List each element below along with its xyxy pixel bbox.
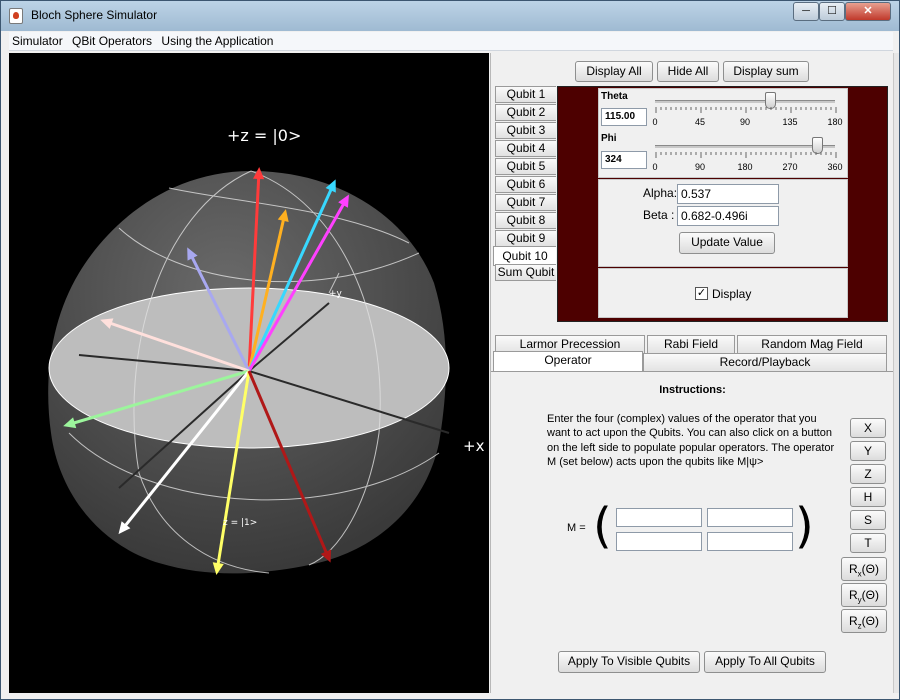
axis-label-z-minus: z = |1> bbox=[223, 518, 257, 528]
qubit-tab-10[interactable]: Qubit 10 bbox=[493, 246, 556, 266]
qubit-tab-9[interactable]: Qubit 9 bbox=[495, 230, 556, 247]
rx-arg: (Θ) bbox=[861, 562, 879, 576]
bloch-sphere-svg[interactable]: +z = |0> +x +y z = |1> bbox=[9, 53, 489, 693]
axis-label-x-plus: +x bbox=[463, 437, 485, 455]
matrix-cell-c[interactable] bbox=[616, 532, 702, 551]
theta-tick-label: 0 bbox=[652, 117, 658, 127]
apply-all-qubits-button[interactable]: Apply To All Qubits bbox=[704, 651, 826, 673]
qubit-tab-1[interactable]: Qubit 1 bbox=[495, 86, 556, 103]
qubit-tab-4[interactable]: Qubit 4 bbox=[495, 140, 556, 157]
matrix-close-paren: ) bbox=[795, 498, 814, 554]
title-bar[interactable]: Bloch Sphere Simulator ─ ☐ ✕ bbox=[1, 1, 899, 31]
display-all-button[interactable]: Display All bbox=[575, 61, 653, 82]
ry-base: R bbox=[849, 588, 858, 602]
qubit-tab-8[interactable]: Qubit 8 bbox=[495, 212, 556, 229]
matrix-cell-a[interactable] bbox=[616, 508, 702, 527]
java-app-icon bbox=[9, 8, 23, 24]
apply-visible-qubits-button[interactable]: Apply To Visible Qubits bbox=[558, 651, 700, 673]
theta-tick-label: 135 bbox=[782, 117, 798, 127]
hide-all-button[interactable]: Hide All bbox=[657, 61, 719, 82]
phi-label: Phi bbox=[601, 133, 617, 144]
phi-tick-label: 90 bbox=[694, 162, 705, 172]
display-sum-button[interactable]: Display sum bbox=[723, 61, 809, 82]
phi-tick-label: 270 bbox=[782, 162, 798, 172]
phi-ticks bbox=[655, 152, 837, 158]
matrix-cell-b[interactable] bbox=[707, 508, 793, 527]
matrix-label: M = bbox=[567, 522, 586, 534]
instructions-title: Instructions: bbox=[659, 384, 726, 396]
matrix-open-paren: ( bbox=[593, 498, 612, 554]
operator-h-button[interactable]: H bbox=[850, 487, 886, 507]
tab-rabi-field[interactable]: Rabi Field bbox=[647, 335, 735, 353]
phi-tick-label: 0 bbox=[652, 162, 658, 172]
minimize-button[interactable]: ─ bbox=[793, 2, 819, 21]
maximize-button[interactable]: ☐ bbox=[819, 2, 845, 21]
operator-ry-button[interactable]: Ry(Θ) bbox=[841, 583, 887, 607]
qubit-tab-7[interactable]: Qubit 7 bbox=[495, 194, 556, 211]
app-window: Bloch Sphere Simulator ─ ☐ ✕ Simulator Q… bbox=[0, 0, 900, 700]
menu-qbit-operators[interactable]: QBit Operators bbox=[69, 32, 155, 50]
window-scrollbar[interactable] bbox=[893, 53, 899, 693]
matrix-cell-d[interactable] bbox=[707, 532, 793, 551]
display-box: ✓ Display bbox=[598, 268, 848, 318]
update-value-button[interactable]: Update Value bbox=[679, 232, 775, 254]
ry-arg: (Θ) bbox=[861, 588, 879, 602]
operator-x-button[interactable]: X bbox=[850, 418, 886, 438]
qubit-tab-11[interactable]: Sum Qubit bbox=[495, 264, 556, 281]
alpha-field[interactable]: 0.537 bbox=[677, 184, 779, 204]
qubit-tab-2[interactable]: Qubit 2 bbox=[495, 104, 556, 121]
instructions-text: Enter the four (complex) values of the o… bbox=[547, 413, 835, 468]
qubit-tab-5[interactable]: Qubit 5 bbox=[495, 158, 556, 175]
axis-label-y-plus: +y bbox=[329, 289, 343, 299]
theta-ticks bbox=[655, 107, 837, 113]
qubit-tab-6[interactable]: Qubit 6 bbox=[495, 176, 556, 193]
rx-base: R bbox=[849, 562, 858, 576]
close-button[interactable]: ✕ bbox=[845, 2, 891, 21]
theta-tick-label: 90 bbox=[739, 117, 750, 127]
menu-bar: Simulator QBit Operators Using the Appli… bbox=[9, 32, 893, 51]
theta-slider-track[interactable] bbox=[655, 100, 835, 103]
beta-field[interactable]: 0.682-0.496i bbox=[677, 206, 779, 226]
theta-tick-label: 45 bbox=[694, 117, 705, 127]
beta-label: Beta : bbox=[643, 208, 675, 222]
rz-arg: (Θ) bbox=[861, 614, 879, 628]
control-panel: Display All Hide All Display sum Qubit 1… bbox=[490, 53, 894, 693]
operator-y-button[interactable]: Y bbox=[850, 441, 886, 461]
qubit-tab-3[interactable]: Qubit 3 bbox=[495, 122, 556, 139]
angle-box: Theta 115.00 0 45 90 135 180 Phi 324 0 90 180 2… bbox=[598, 88, 848, 178]
phi-tick-label: 360 bbox=[827, 162, 843, 172]
tab-record-playback[interactable]: Record/Playback bbox=[643, 353, 887, 371]
theta-label: Theta bbox=[601, 91, 628, 102]
bloch-sphere-view[interactable]: +z = |0> +x +y z = |1> bbox=[9, 53, 489, 693]
operator-t-button[interactable]: T bbox=[850, 533, 886, 553]
operator-panel: Instructions: Enter the four (complex) v… bbox=[491, 371, 894, 693]
menu-using-application[interactable]: Using the Application bbox=[158, 32, 276, 50]
tab-random-mag-field[interactable]: Random Mag Field bbox=[737, 335, 887, 353]
menu-simulator[interactable]: Simulator bbox=[9, 32, 66, 50]
tab-operator[interactable]: Operator bbox=[493, 351, 643, 371]
operator-z-button[interactable]: Z bbox=[850, 464, 886, 484]
operator-rz-button[interactable]: Rz(Θ) bbox=[841, 609, 887, 633]
axis-label-z-plus: +z = |0> bbox=[227, 126, 301, 145]
operator-rx-button[interactable]: Rx(Θ) bbox=[841, 557, 887, 581]
display-checkbox[interactable]: ✓ bbox=[695, 287, 708, 300]
phi-tick-label: 180 bbox=[737, 162, 753, 172]
rz-base: R bbox=[849, 614, 858, 628]
qubit-settings-panel: Theta 115.00 0 45 90 135 180 Phi 324 0 90 180 2… bbox=[557, 86, 888, 322]
operator-s-button[interactable]: S bbox=[850, 510, 886, 530]
window-title: Bloch Sphere Simulator bbox=[31, 8, 158, 22]
state-box: Alpha: 0.537 Beta : 0.682-0.496i Update … bbox=[598, 179, 848, 267]
alpha-label: Alpha: bbox=[643, 186, 678, 200]
theta-tick-label: 180 bbox=[827, 117, 843, 127]
display-checkbox-label: Display bbox=[712, 287, 752, 301]
phi-slider-track[interactable] bbox=[655, 145, 835, 148]
